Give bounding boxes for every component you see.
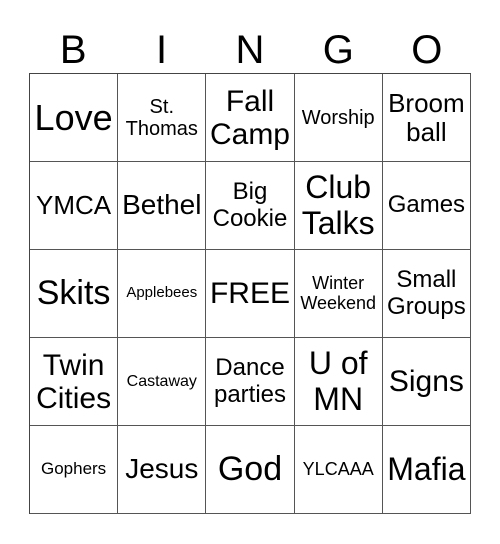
bingo-cell[interactable]: Games	[382, 162, 471, 250]
bingo-cell[interactable]: Mafia	[382, 426, 471, 514]
bingo-cell[interactable]: Small Groups	[382, 250, 471, 338]
bingo-cell[interactable]: Twin Cities	[30, 338, 119, 426]
bingo-cell[interactable]: YLCAAA	[294, 426, 383, 514]
bingo-cell[interactable]: YMCA	[30, 162, 119, 250]
bingo-cell[interactable]: Bethel	[118, 162, 207, 250]
bingo-cell[interactable]: Signs	[382, 338, 471, 426]
bingo-cell[interactable]: Castaway	[118, 338, 207, 426]
bingo-cell[interactable]: Jesus	[118, 426, 207, 514]
bingo-cell[interactable]: Winter Weekend	[294, 250, 383, 338]
bingo-cell[interactable]: Fall Camp	[206, 74, 295, 162]
header-letter-o: O	[411, 28, 443, 72]
bingo-cell[interactable]: Dance parties	[206, 338, 295, 426]
bingo-cell[interactable]: Big Cookie	[206, 162, 295, 250]
bingo-cell[interactable]: Applebees	[118, 250, 207, 338]
header-letter-n: N	[235, 28, 265, 72]
header-letter-b: B	[59, 28, 87, 72]
bingo-header: B I N G O	[29, 28, 471, 72]
bingo-cell[interactable]: Worship	[294, 74, 383, 162]
header-letter-i: I	[156, 28, 168, 72]
header-letter-g: G	[322, 28, 354, 72]
bingo-cell[interactable]: St. Thomas	[118, 74, 207, 162]
bingo-cell[interactable]: U of MN	[294, 338, 383, 426]
bingo-grid: Love St. Thomas Fall Camp Worship Broom …	[29, 73, 471, 514]
bingo-cell[interactable]: Gophers	[30, 426, 119, 514]
bingo-cell[interactable]: Broom ball	[382, 74, 471, 162]
free-space-cell[interactable]: FREE	[206, 250, 295, 338]
bingo-cell[interactable]: Love	[30, 74, 119, 162]
bingo-cell[interactable]: Club Talks	[294, 162, 383, 250]
bingo-cell[interactable]: Skits	[30, 250, 119, 338]
bingo-cell[interactable]: God	[206, 426, 295, 514]
